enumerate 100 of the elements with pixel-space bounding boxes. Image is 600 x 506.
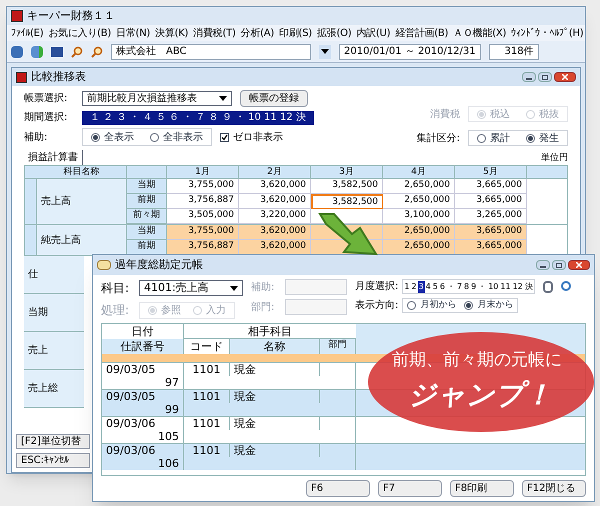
month-option[interactable]: 5 <box>432 280 439 292</box>
month-option[interactable]: 7 <box>456 280 464 292</box>
menu-item[interactable]: 印刷(S) <box>279 26 312 40</box>
month-option[interactable]: 2 <box>410 280 418 292</box>
month-option[interactable]: 11 <box>499 280 512 292</box>
month-option[interactable]: 決 <box>524 280 534 292</box>
month-option[interactable]: 8 <box>463 280 470 292</box>
table-cell: 1101 <box>184 363 230 376</box>
menu-item[interactable]: お気に入り(B) <box>48 26 112 40</box>
menu-item[interactable]: ＡＯ機能(X) <box>453 26 506 40</box>
table-cell: 2,650,000 <box>383 240 455 255</box>
radio-button[interactable] <box>526 134 535 142</box>
period-selector[interactable]: １ ２ ３ ・ ４ ５ ６ ・ ７ ８ ９ ・ 10 11 12 決 <box>82 110 314 124</box>
radio-label: 税込 <box>490 108 510 122</box>
radio-button[interactable] <box>91 132 100 142</box>
table-cell-text: 99 <box>164 403 180 416</box>
table-cell: 現金 <box>230 390 320 403</box>
radio-label: 税抜 <box>539 108 559 122</box>
menu-item[interactable]: 拡張(O) <box>316 26 352 40</box>
column-header: 2月 <box>239 166 311 178</box>
row-label: 売上総 <box>24 370 84 408</box>
menu-item[interactable]: 消費税(T) <box>193 26 236 40</box>
month-option[interactable]: 3 <box>418 280 425 292</box>
book-icon <box>97 260 111 270</box>
dropdown-button[interactable] <box>319 44 331 58</box>
month-option[interactable]: 4 <box>424 280 432 292</box>
field-label: 補助: <box>24 130 48 144</box>
menu-item[interactable]: 日常(N) <box>116 26 150 40</box>
month-option[interactable]: 10 <box>487 280 500 292</box>
function-key-button[interactable]: F8印刷 <box>450 480 514 497</box>
function-key-button[interactable]: [F2]単位切替 <box>16 434 90 449</box>
table-cell: 1101 <box>184 390 230 403</box>
minimize-icon[interactable] <box>536 260 550 270</box>
report-dropdown[interactable]: 前期比較月次損益推移表 <box>82 91 232 106</box>
count-field: 318件 <box>488 44 539 60</box>
table-cell: 1101 <box>184 417 230 430</box>
month-option[interactable]: ・ <box>446 280 456 292</box>
month-option[interactable]: 6 <box>438 280 446 292</box>
table-cell: 現金 <box>230 363 320 376</box>
row-label: 売上高 <box>37 179 127 224</box>
account-dropdown[interactable]: 4101:売上高 <box>139 280 243 296</box>
table-cell: 2,650,000 <box>383 225 455 240</box>
arrow-icon <box>318 213 378 256</box>
company-field[interactable]: 株式会社 ABC <box>111 44 311 60</box>
row-label: 仕 <box>24 256 84 294</box>
field-label: 部門: <box>251 300 276 314</box>
radio-button[interactable] <box>150 132 159 142</box>
table-cell-text: 97 <box>164 376 180 389</box>
table-cell: 3,582,500 <box>311 179 383 194</box>
table-cell-text: 09/03/06 <box>105 417 156 430</box>
minimize-icon[interactable] <box>522 72 536 82</box>
period-label: 前期 <box>127 194 167 209</box>
menu-item[interactable]: 内訳(U) <box>356 26 390 40</box>
menu-item[interactable]: 分析(A) <box>240 26 274 40</box>
table-cell: 3,756,887 <box>167 194 239 209</box>
menu-item[interactable]: ｳｨﾝﾄﾞｳ・ﾍﾙﾌﾟ(H) <box>511 26 584 40</box>
checkbox-label: ゼロ非表示 <box>233 130 283 144</box>
close-icon[interactable] <box>568 260 590 270</box>
menu-item[interactable]: ﾌｧｲﾙ(E) <box>11 26 44 40</box>
callout-text: 前期、前々期の元帳に <box>392 349 562 372</box>
field-label: 処理: <box>101 302 130 319</box>
table-cell: 3,582,500 <box>311 194 383 209</box>
month-option[interactable]: 1 <box>403 280 410 292</box>
column-header: 科目名称 <box>37 166 127 178</box>
row-selector-cell[interactable] <box>25 225 37 255</box>
maximize-icon[interactable] <box>538 72 552 82</box>
function-key-button[interactable]: F12閉じる <box>522 480 586 497</box>
row-label: 純売上高 <box>37 225 127 255</box>
column-header: 仕訳番号 <box>120 339 166 354</box>
month-option[interactable]: 9 <box>470 280 478 292</box>
maximize-icon[interactable] <box>552 260 566 270</box>
table-cell-text: 106 <box>157 457 180 470</box>
function-key-button[interactable]: ESC:ｷｬﾝｾﾙ <box>16 453 90 468</box>
radio-label: 全非表示 <box>163 130 203 144</box>
period-label: 前期 <box>127 240 167 255</box>
function-key-button[interactable]: F7 <box>378 480 442 497</box>
period-label: 当期 <box>127 179 167 194</box>
checkbox[interactable] <box>220 132 229 142</box>
menu-item[interactable]: 経営計画(B) <box>395 26 448 40</box>
month-option[interactable]: ・ <box>477 280 488 292</box>
menu-item[interactable]: 決算(K) <box>155 26 188 40</box>
month-option[interactable]: 12 <box>512 280 524 292</box>
table-cell: 3,220,000 <box>239 209 311 224</box>
register-report-button[interactable]: 帳票の登録 <box>240 90 308 107</box>
radio-label: 参照 <box>161 304 181 318</box>
radio-button[interactable] <box>477 134 486 142</box>
window-title: キーパー財務１１ <box>27 8 115 24</box>
radio-label: 月末から <box>477 298 514 312</box>
radio-label: 累計 <box>490 132 510 146</box>
table-cell: 3,665,000 <box>455 225 527 240</box>
radio-button[interactable] <box>407 301 416 310</box>
function-key-button[interactable]: F6 <box>306 480 370 497</box>
row-selector-cell[interactable] <box>25 179 37 224</box>
radio-label: 入力 <box>206 304 226 318</box>
field-label: 表示方向: <box>355 298 398 313</box>
close-icon[interactable] <box>554 72 576 82</box>
radio-button[interactable] <box>464 301 474 310</box>
table-cell: 3,620,000 <box>239 225 311 240</box>
table-cell-text: 09/03/05 <box>105 363 156 376</box>
table-cell: 3,100,000 <box>383 209 455 224</box>
